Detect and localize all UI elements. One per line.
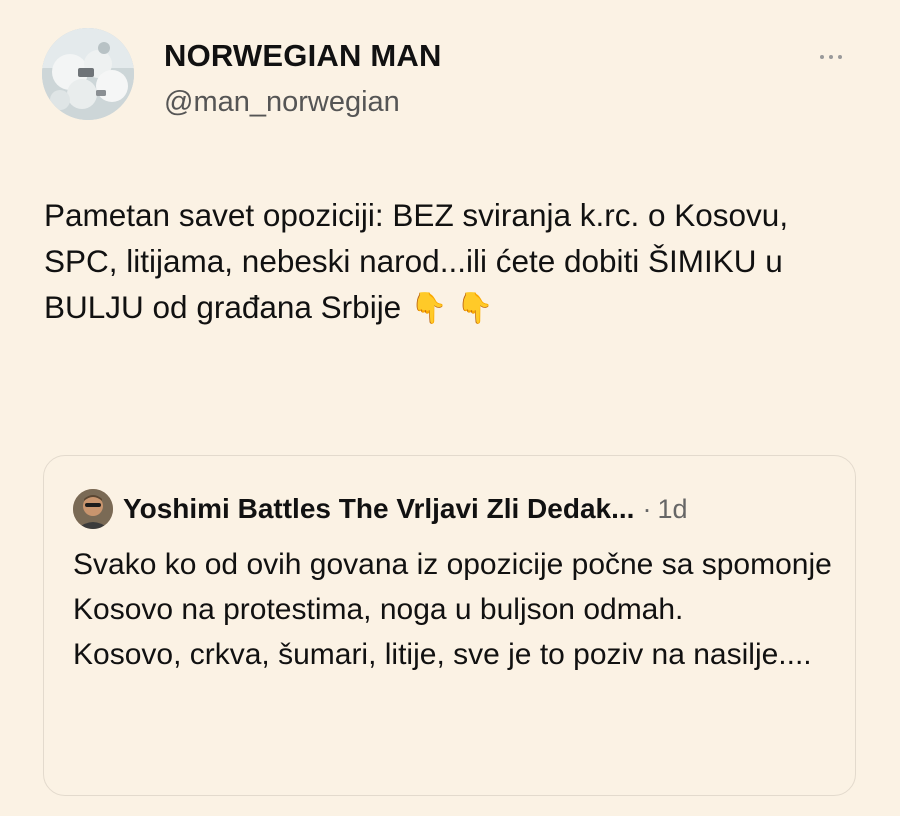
snow-scene-avatar-icon	[42, 28, 134, 120]
author-avatar[interactable]	[42, 28, 134, 120]
pointing-down-emoji: 👇	[456, 292, 494, 325]
author-handle[interactable]: @man_norwegian	[164, 86, 400, 119]
tweet-text: Pametan savet opoziciji: BEZ sviranja k.…	[44, 192, 856, 332]
separator-dot: ·	[642, 493, 652, 524]
pointing-down-emoji: 👇	[409, 292, 448, 325]
more-dot	[820, 55, 824, 59]
quoted-tweet-header: Yoshimi Battles The Vrljavi Zli Dedak...…	[73, 489, 687, 529]
more-options-icon[interactable]	[820, 48, 842, 66]
man-with-sunglasses-avatar-icon	[73, 489, 113, 529]
quoted-tweet-time: 1d	[657, 493, 688, 524]
author-display-name[interactable]: NORWEGIAN MAN	[164, 38, 442, 74]
more-dot	[829, 55, 833, 59]
quoted-author-avatar	[73, 489, 113, 529]
quoted-tweet-text: Svako ko od ovih govana iz opozicije poč…	[73, 548, 832, 671]
more-dot	[838, 55, 842, 59]
quoted-tweet-card[interactable]: Yoshimi Battles The Vrljavi Zli Dedak...…	[43, 455, 856, 796]
quoted-author-name: Yoshimi Battles The Vrljavi Zli Dedak...	[123, 493, 635, 524]
